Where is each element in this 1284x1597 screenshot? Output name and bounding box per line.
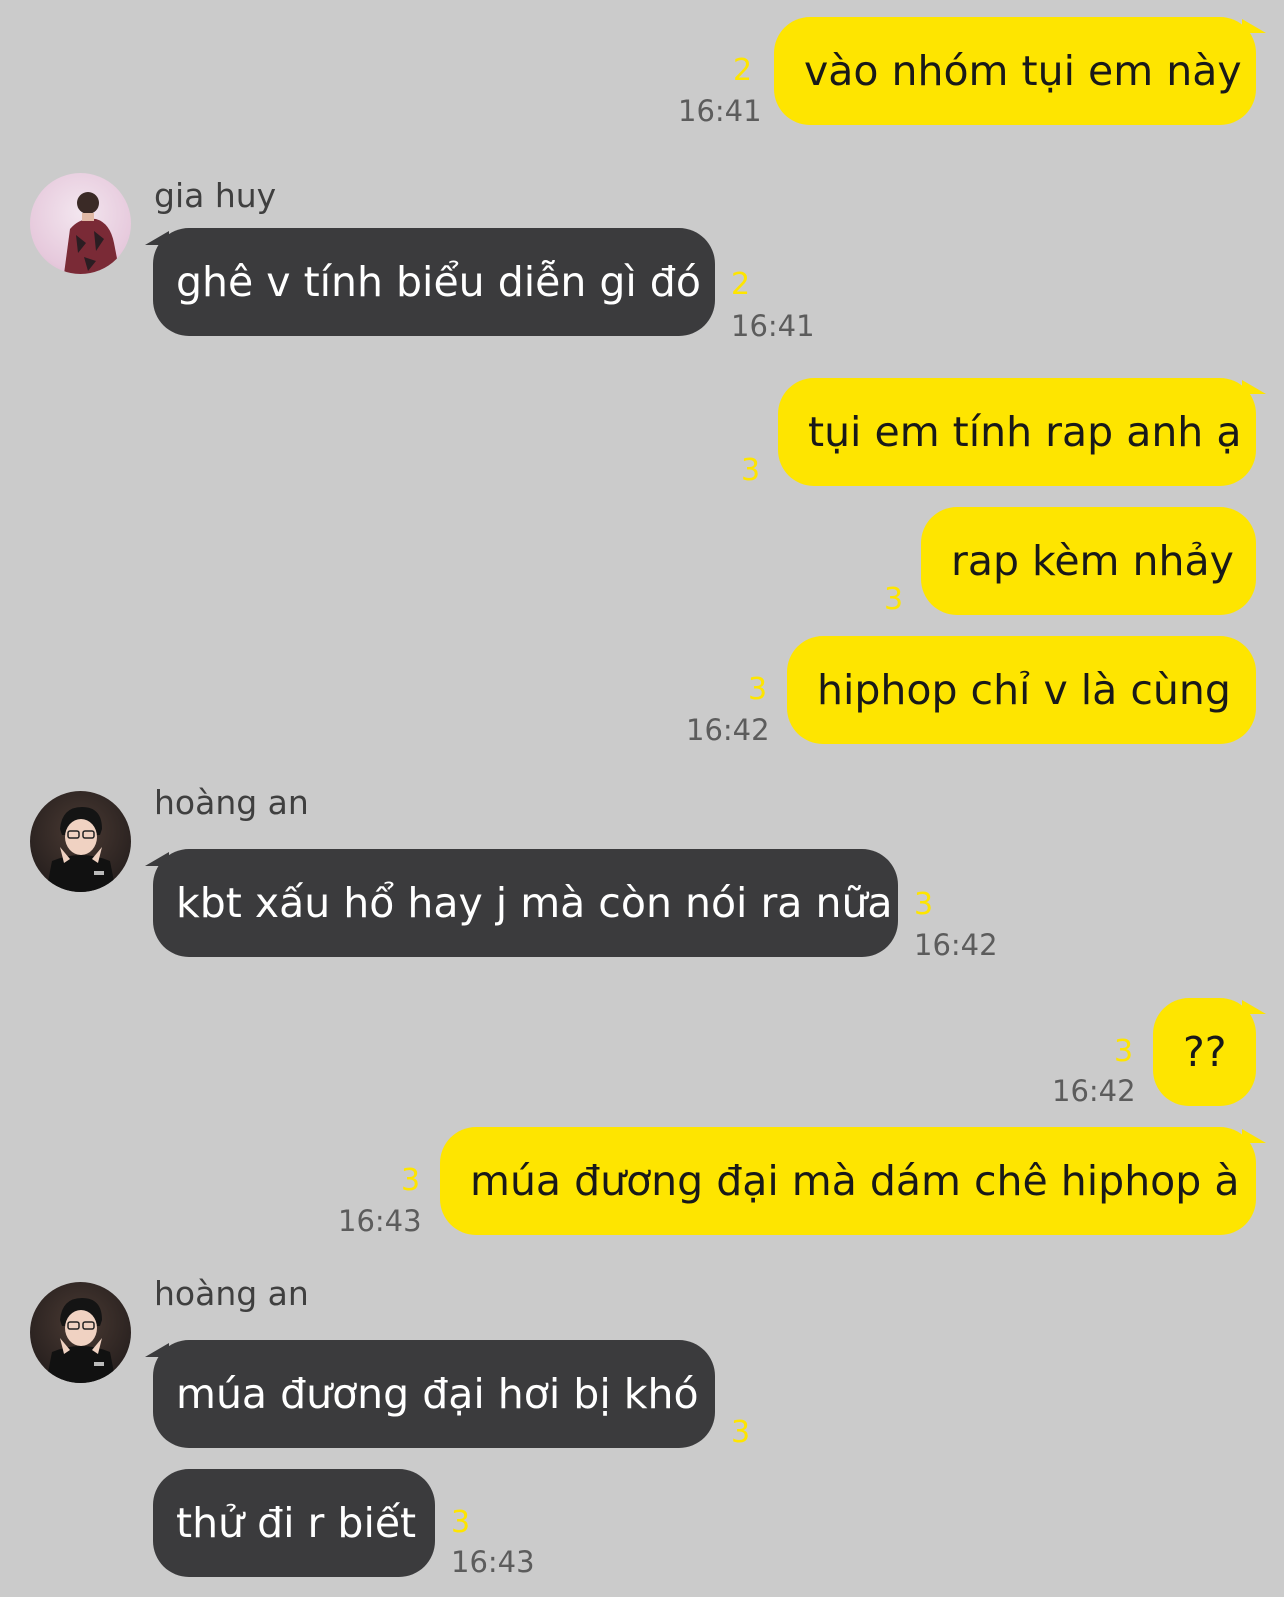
unread-count: 2 xyxy=(731,267,751,302)
bubble-tail xyxy=(1242,1000,1266,1014)
bubble-tail xyxy=(145,852,169,866)
sender-name: gia huy xyxy=(154,176,277,215)
message-bubble-outgoing[interactable]: hiphop chỉ v là cùng xyxy=(787,636,1256,744)
sender-name: hoàng an xyxy=(154,783,309,822)
message-timestamp: 16:42 xyxy=(686,713,770,747)
message-timestamp: 16:43 xyxy=(451,1545,535,1579)
bubble-tail xyxy=(145,1343,169,1357)
message-bubble-outgoing[interactable]: rap kèm nhảy xyxy=(921,507,1256,615)
avatar[interactable] xyxy=(30,173,131,274)
unread-count: 3 xyxy=(741,453,761,488)
message-bubble-incoming[interactable]: kbt xấu hổ hay j mà còn nói ra nữa xyxy=(153,849,898,957)
message-timestamp: 16:42 xyxy=(914,928,998,962)
unread-count: 3 xyxy=(401,1163,421,1198)
message-bubble-incoming[interactable]: múa đương đại hơi bị khó xyxy=(153,1340,715,1448)
person-avatar-icon xyxy=(46,1298,116,1383)
unread-count: 3 xyxy=(748,672,768,707)
message-timestamp: 16:42 xyxy=(1052,1074,1136,1108)
bubble-tail xyxy=(1242,1129,1266,1143)
avatar[interactable] xyxy=(30,1282,131,1383)
message-bubble-outgoing[interactable]: tụi em tính rap anh ạ xyxy=(778,378,1256,486)
bubble-tail xyxy=(145,231,169,245)
message-bubble-incoming[interactable]: ghê v tính biểu diễn gì đó xyxy=(153,228,715,336)
bubble-tail xyxy=(1242,380,1266,394)
unread-count: 2 xyxy=(733,53,753,88)
person-avatar-icon xyxy=(46,807,116,892)
message-bubble-outgoing[interactable]: múa đương đại mà dám chê hiphop à xyxy=(440,1127,1256,1235)
message-timestamp: 16:43 xyxy=(338,1204,422,1238)
avatar[interactable] xyxy=(30,791,131,892)
unread-count: 3 xyxy=(1114,1034,1134,1069)
unread-count: 3 xyxy=(451,1505,471,1540)
message-timestamp: 16:41 xyxy=(731,309,815,343)
message-timestamp: 16:41 xyxy=(678,94,762,128)
message-bubble-outgoing[interactable]: ?? xyxy=(1153,998,1256,1106)
bubble-tail xyxy=(1242,19,1266,33)
message-bubble-outgoing[interactable]: vào nhóm tụi em này xyxy=(774,17,1256,125)
unread-count: 3 xyxy=(914,887,934,922)
unread-count: 3 xyxy=(731,1415,751,1450)
unread-count: 3 xyxy=(884,582,904,617)
message-bubble-incoming[interactable]: thử đi r biết xyxy=(153,1469,435,1577)
person-avatar-icon xyxy=(64,192,120,274)
sender-name: hoàng an xyxy=(154,1274,309,1313)
